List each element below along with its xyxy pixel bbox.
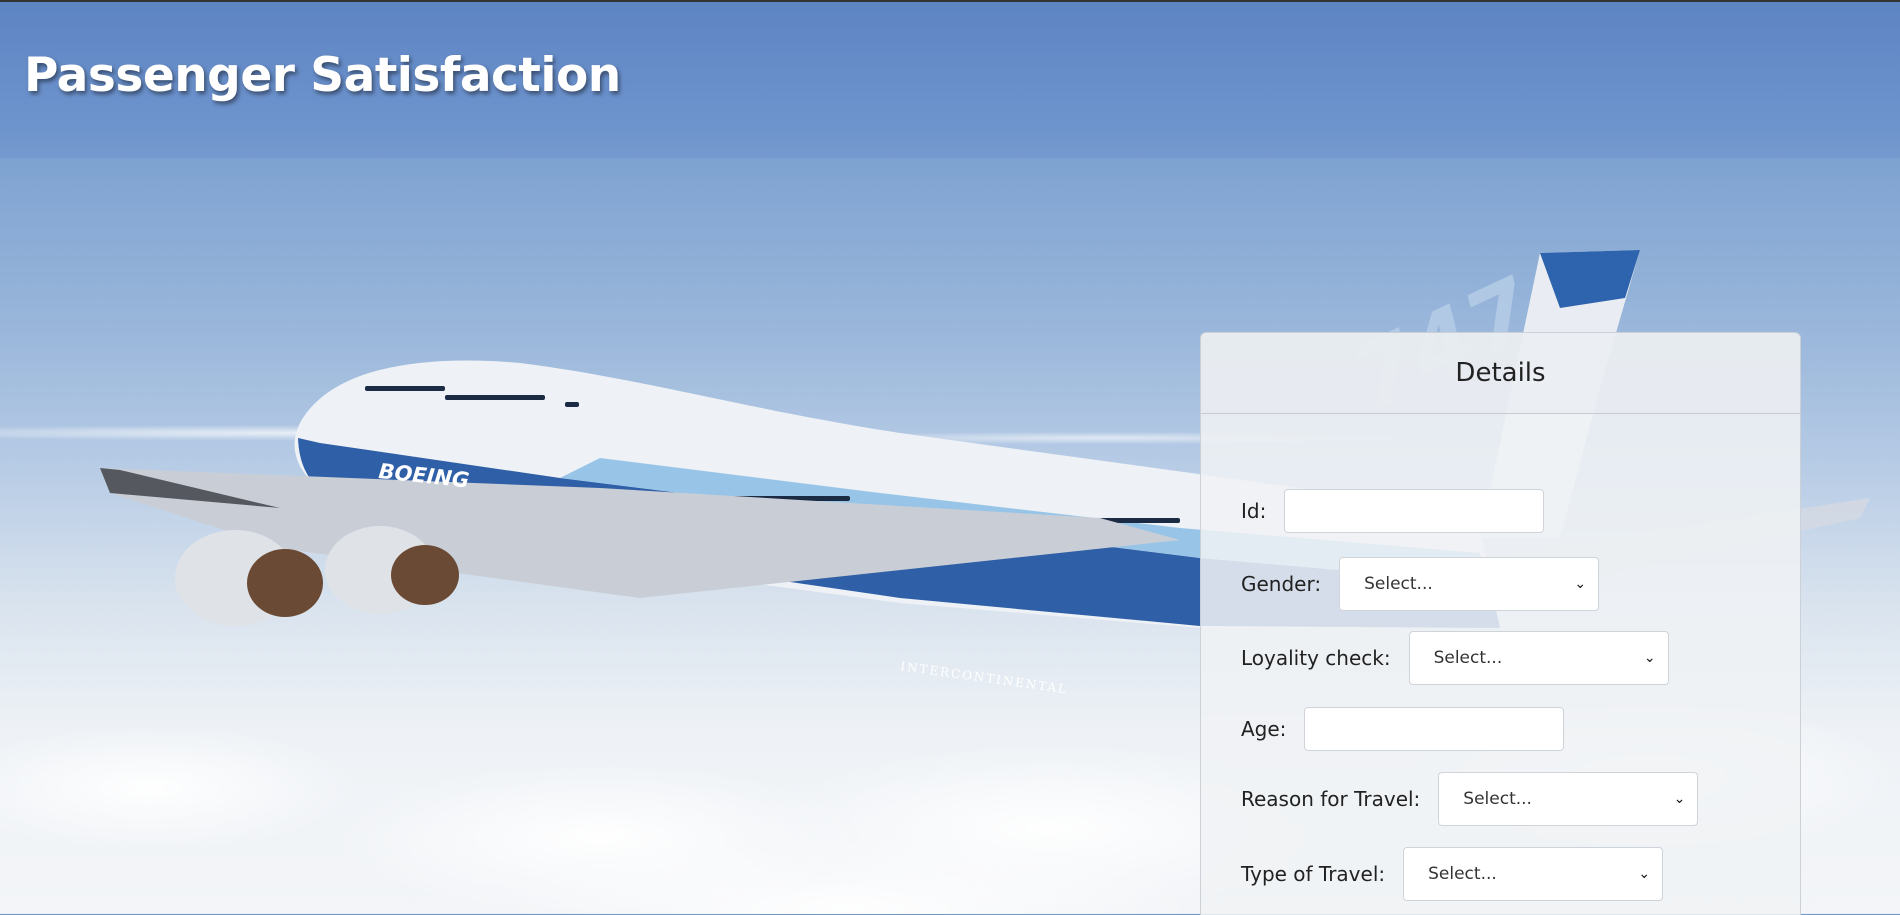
chevron-down-icon: ⌄ <box>1643 650 1656 666</box>
chevron-down-icon: ⌄ <box>1574 576 1587 592</box>
chevron-down-icon: ⌄ <box>1673 791 1686 807</box>
gender-row: Gender: Select... ⌄ <box>1241 557 1600 611</box>
gender-select-value: Select... <box>1364 574 1433 594</box>
plane-livery: INTERCONTINENTAL <box>900 659 1069 696</box>
page-title: Passenger Satisfaction <box>24 48 621 103</box>
type-row: Type of Travel: Select... ⌄ <box>1241 847 1664 901</box>
engine-inner-fan <box>391 545 459 605</box>
card-title: Details <box>1455 358 1546 388</box>
gender-select[interactable]: Select... ⌄ <box>1339 557 1600 611</box>
gender-label: Gender: <box>1241 572 1322 596</box>
reason-label: Reason for Travel: <box>1241 787 1421 811</box>
id-input[interactable] <box>1284 489 1545 533</box>
type-select[interactable]: Select... ⌄ <box>1403 847 1664 901</box>
age-input[interactable] <box>1304 707 1565 751</box>
loyalty-label: Loyality check: <box>1241 646 1391 670</box>
engine-outer-fan <box>247 549 323 617</box>
reason-select-value: Select... <box>1463 789 1532 809</box>
id-label: Id: <box>1241 499 1267 523</box>
chevron-down-icon: ⌄ <box>1638 866 1651 882</box>
loyalty-row: Loyality check: Select... ⌄ <box>1241 631 1669 685</box>
type-select-value: Select... <box>1428 864 1497 884</box>
card-header: Details <box>1201 333 1800 414</box>
loyalty-select-value: Select... <box>1433 648 1503 668</box>
loyalty-select[interactable]: Select... ⌄ <box>1408 631 1669 685</box>
type-label: Type of Travel: <box>1241 862 1386 886</box>
age-row: Age: <box>1241 707 1565 751</box>
reason-select[interactable]: Select... ⌄ <box>1438 772 1699 826</box>
details-card: Details Id: Gender: Select... ⌄ Loyality… <box>1200 332 1801 915</box>
id-row: Id: <box>1241 489 1545 533</box>
page-header: Passenger Satisfaction <box>0 2 1900 158</box>
age-label: Age: <box>1241 717 1287 741</box>
reason-row: Reason for Travel: Select... ⌄ <box>1241 772 1699 826</box>
